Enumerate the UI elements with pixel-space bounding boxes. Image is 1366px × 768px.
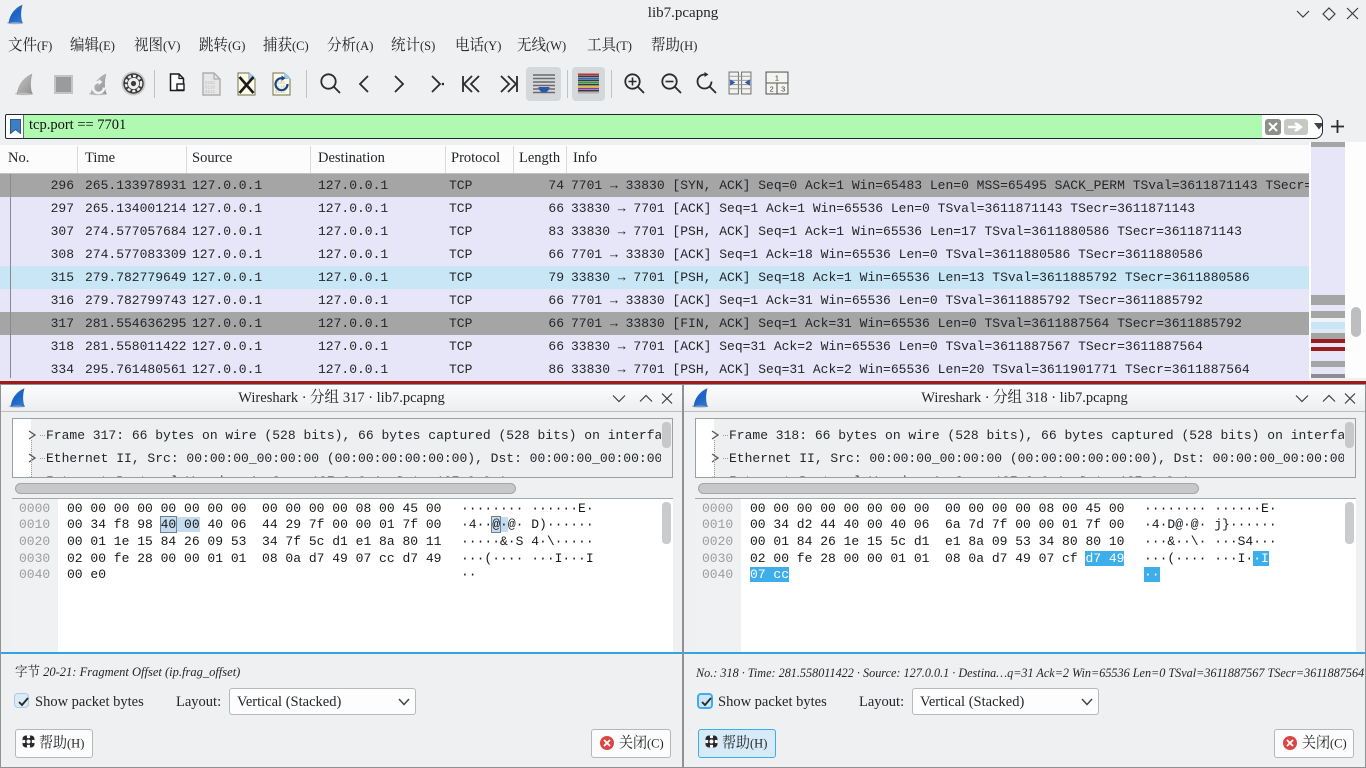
svg-text:1: 1 [775, 73, 779, 82]
svg-text:0111: 0111 [205, 91, 216, 95]
svg-text:0110: 0110 [205, 87, 216, 91]
svg-text:3: 3 [781, 84, 785, 93]
svg-text:2: 2 [770, 84, 774, 93]
svg-text:0111: 0111 [275, 91, 286, 95]
svg-text:0101: 0101 [205, 82, 216, 86]
